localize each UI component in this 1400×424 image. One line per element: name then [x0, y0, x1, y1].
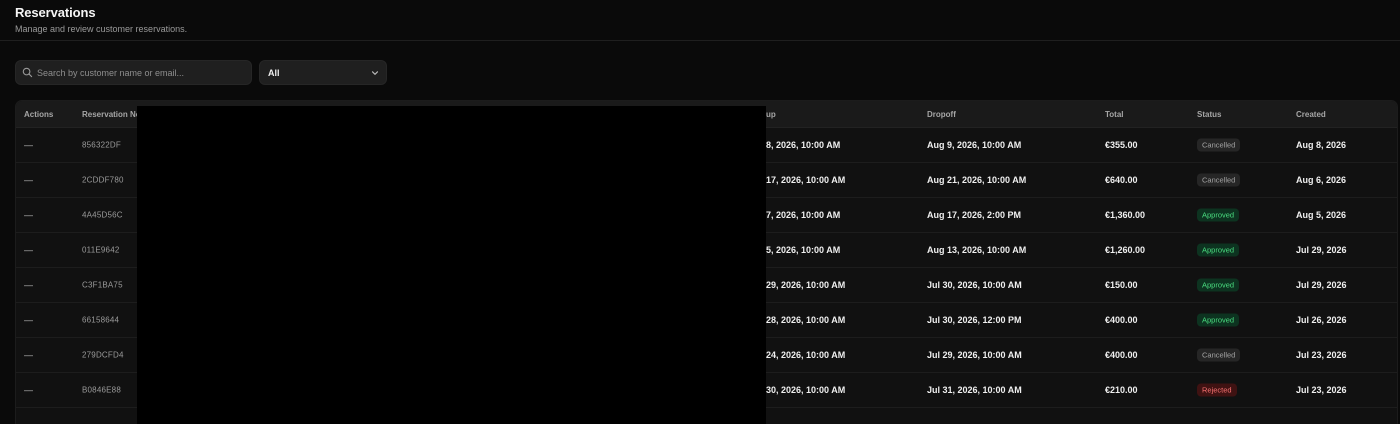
dropoff-datetime: Aug 9, 2026, 10:00 AM [927, 140, 1022, 150]
pickup-datetime: 17, 2026, 10:00 AM [766, 175, 846, 185]
row-actions-button[interactable]: — [24, 245, 33, 255]
column-header-reservation-no[interactable]: Reservation No [82, 110, 141, 119]
row-actions-button[interactable]: — [24, 210, 33, 220]
chevron-down-icon [371, 69, 379, 77]
total-amount: €400.00 [1105, 315, 1138, 325]
total-amount: €1,360.00 [1105, 210, 1146, 220]
status-badge: Approved [1197, 208, 1240, 222]
status-badge: Cancelled [1197, 348, 1241, 362]
total-amount: €640.00 [1105, 175, 1138, 185]
created-date: Jul 29, 2026 [1296, 280, 1347, 290]
column-header-total[interactable]: Total [1105, 110, 1124, 119]
total-amount: €355.00 [1105, 140, 1138, 150]
created-date: Jul 26, 2026 [1296, 315, 1347, 325]
column-header-dropoff[interactable]: Dropoff [927, 110, 956, 119]
pickup-datetime: 24, 2026, 10:00 AM [766, 350, 846, 360]
pickup-datetime: 7, 2026, 10:00 AM [766, 210, 841, 220]
column-header-status[interactable]: Status [1197, 110, 1221, 119]
status-badge: Approved [1197, 278, 1240, 292]
reservation-number: 011E9642 [82, 245, 120, 255]
reservation-number: 4A45D56C [82, 210, 123, 220]
page-title: Reservations [15, 5, 96, 20]
created-date: Jul 23, 2026 [1296, 385, 1347, 395]
dropoff-datetime: Jul 29, 2026, 10:00 AM [927, 350, 1022, 360]
column-header-created[interactable]: Created [1296, 110, 1326, 119]
total-amount: €210.00 [1105, 385, 1138, 395]
created-date: Aug 5, 2026 [1296, 210, 1347, 220]
status-badge: Rejected [1197, 383, 1237, 397]
search-input[interactable] [37, 67, 237, 78]
row-actions-button[interactable]: — [24, 175, 33, 185]
dropoff-datetime: Jul 30, 2026, 12:00 PM [927, 315, 1022, 325]
pickup-datetime: 8, 2026, 10:00 AM [766, 140, 841, 150]
status-badge: Approved [1197, 243, 1240, 257]
reservation-number: 856322DF [82, 140, 121, 150]
dropoff-datetime: Aug 17, 2026, 2:00 PM [927, 210, 1022, 220]
pickup-datetime: 30, 2026, 10:00 AM [766, 385, 846, 395]
search-box[interactable] [15, 60, 252, 85]
status-badge: Approved [1197, 313, 1240, 327]
dropoff-datetime: Jul 30, 2026, 10:00 AM [927, 280, 1022, 290]
total-amount: €1,260.00 [1105, 245, 1146, 255]
status-badge: Cancelled [1197, 138, 1241, 152]
pickup-datetime: 5, 2026, 10:00 AM [766, 245, 841, 255]
status-filter-value: All [268, 67, 280, 78]
reservation-number: 279DCFD4 [82, 350, 124, 360]
row-actions-button[interactable]: — [24, 140, 33, 150]
reservation-number: 2CDDF780 [82, 175, 124, 185]
created-date: Jul 23, 2026 [1296, 350, 1347, 360]
created-date: Aug 8, 2026 [1296, 140, 1347, 150]
pickup-datetime: 28, 2026, 10:00 AM [766, 315, 846, 325]
dropoff-datetime: Jul 31, 2026, 10:00 AM [927, 385, 1022, 395]
reservation-number: C3F1BA75 [82, 280, 123, 290]
total-amount: €400.00 [1105, 350, 1138, 360]
row-actions-button[interactable]: — [24, 280, 33, 290]
page-header: Reservations Manage and review customer … [0, 0, 1400, 41]
dropoff-datetime: Aug 21, 2026, 10:00 AM [927, 175, 1027, 185]
status-filter-select[interactable]: All [259, 60, 387, 85]
row-actions-button[interactable]: — [24, 315, 33, 325]
redacted-region [137, 106, 766, 424]
reservation-number: B0846E88 [82, 385, 121, 395]
created-date: Aug 6, 2026 [1296, 175, 1347, 185]
column-header-pickup[interactable]: up [766, 110, 776, 119]
row-actions-button[interactable]: — [24, 350, 33, 360]
column-header-actions[interactable]: Actions [24, 110, 53, 119]
search-icon [22, 67, 33, 78]
row-actions-button[interactable]: — [24, 385, 33, 395]
reservation-number: 66158644 [82, 315, 120, 325]
created-date: Jul 29, 2026 [1296, 245, 1347, 255]
pickup-datetime: 29, 2026, 10:00 AM [766, 280, 846, 290]
total-amount: €150.00 [1105, 280, 1138, 290]
status-badge: Cancelled [1197, 173, 1241, 187]
page-subtitle: Manage and review customer reservations. [15, 24, 188, 34]
dropoff-datetime: Aug 13, 2026, 10:00 AM [927, 245, 1027, 255]
